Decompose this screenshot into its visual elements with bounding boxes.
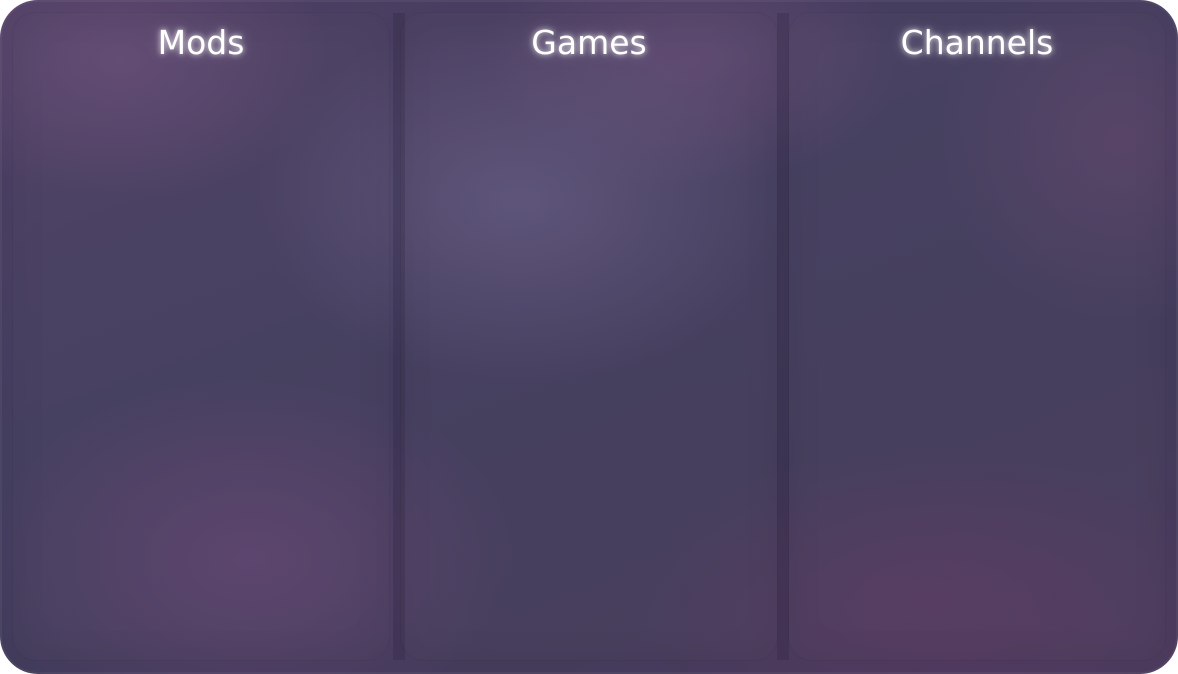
games-panel-title: Games [531,23,647,62]
app-window: Mods Games Channels [0,0,1178,674]
panel-container: Mods Games Channels [13,13,1165,660]
mods-panel[interactable]: Mods [13,13,389,660]
mods-panel-title: Mods [157,23,245,62]
channels-panel[interactable]: Channels [789,13,1165,660]
channels-panel-title: Channels [900,23,1054,62]
games-panel[interactable]: Games [401,13,777,660]
